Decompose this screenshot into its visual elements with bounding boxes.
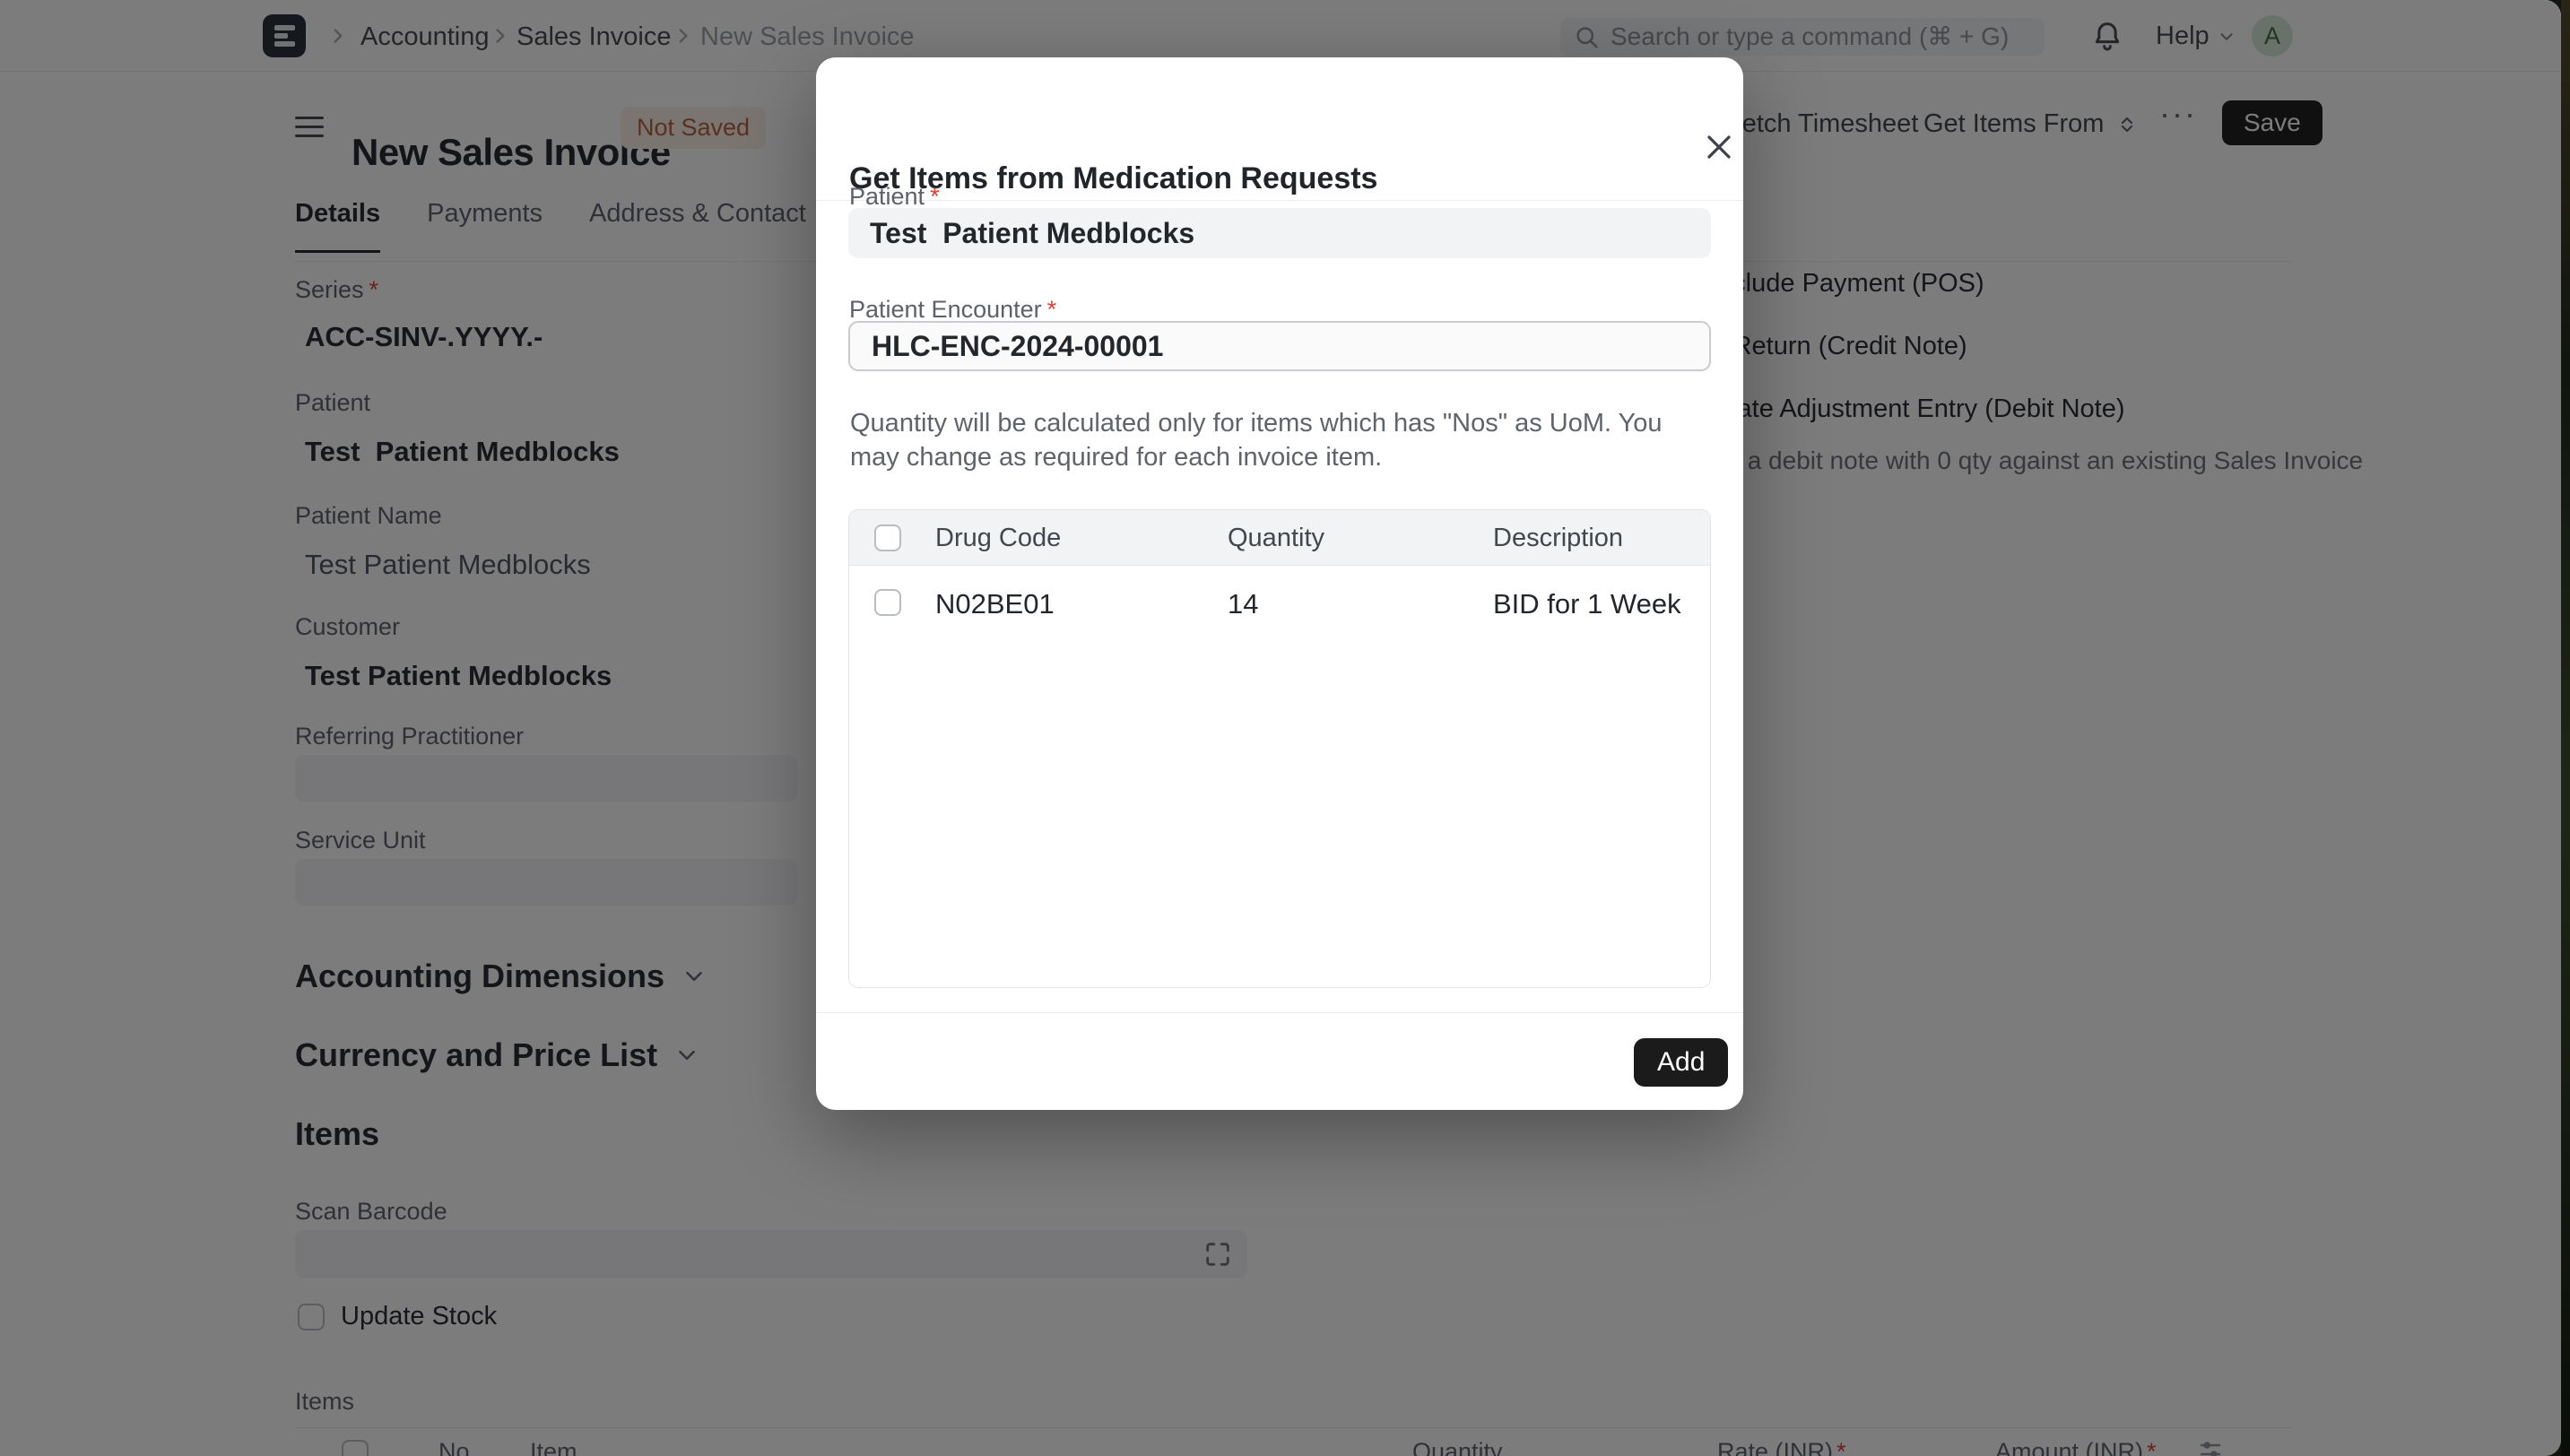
- table-row[interactable]: N02BE01 14 BID for 1 Week: [849, 567, 1710, 638]
- col-quantity: Quantity: [1228, 524, 1324, 553]
- dialog-header-divider: [816, 200, 1743, 201]
- row-description: BID for 1 Week: [1493, 588, 1681, 620]
- dialog-patient-label: Patient*: [849, 183, 940, 211]
- add-button[interactable]: Add: [1634, 1038, 1728, 1087]
- dialog-patient-encounter-label: Patient Encounter*: [849, 296, 1056, 324]
- screen: Accounting Sales Invoice New Sales Invoi…: [0, 0, 2570, 1456]
- medication-requests-table: Drug Code Quantity Description N02BE01 1…: [848, 509, 1711, 988]
- close-icon[interactable]: [1699, 127, 1739, 167]
- dialog-patient-input[interactable]: [848, 208, 1711, 258]
- dialog-patient-encounter-input[interactable]: [848, 321, 1711, 371]
- row-quantity: 14: [1228, 588, 1258, 620]
- dialog-footer-divider: [816, 1012, 1743, 1013]
- dialog-help-text: Quantity will be calculated only for ite…: [850, 406, 1706, 475]
- table-header-row: Drug Code Quantity Description: [849, 510, 1710, 566]
- col-description: Description: [1493, 524, 1623, 553]
- table-select-all-checkbox[interactable]: [874, 524, 901, 551]
- get-items-dialog: Get Items from Medication Requests Patie…: [816, 57, 1743, 1110]
- row-checkbox[interactable]: [874, 589, 901, 616]
- row-drug-code: N02BE01: [935, 588, 1055, 620]
- desktop-edge: [2561, 0, 2570, 1456]
- col-drug-code: Drug Code: [935, 524, 1061, 553]
